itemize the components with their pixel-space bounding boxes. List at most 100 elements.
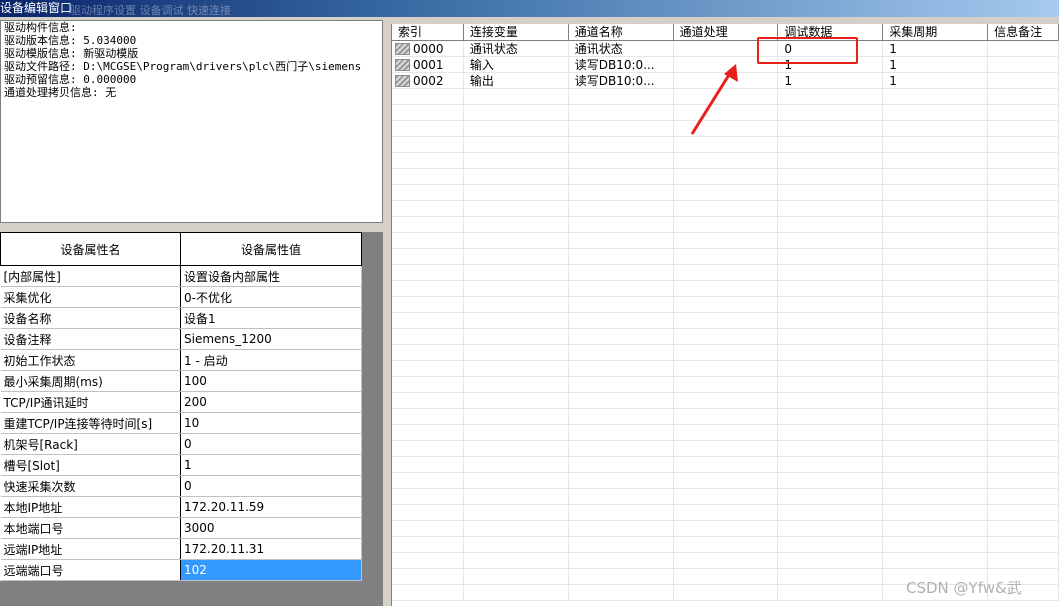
empty-row bbox=[392, 537, 1059, 553]
empty-cell bbox=[464, 345, 569, 360]
empty-cell bbox=[778, 313, 884, 328]
empty-cell bbox=[778, 217, 884, 232]
column-header[interactable]: 索引 bbox=[392, 24, 464, 40]
empty-cell bbox=[392, 233, 464, 248]
empty-cell bbox=[778, 425, 884, 440]
property-row[interactable]: 最小采集周期(ms) 100 bbox=[0, 370, 362, 392]
property-row[interactable]: 初始工作状态 1 - 启动 bbox=[0, 349, 362, 371]
ghost-menu: 驱动程序设置 设备调试 快速连接 bbox=[70, 4, 231, 17]
empty-cell bbox=[392, 137, 464, 152]
empty-cell bbox=[674, 217, 779, 232]
property-row[interactable]: 远端端口号 102 bbox=[0, 559, 362, 581]
property-value[interactable]: 172.20.11.31 bbox=[180, 538, 362, 560]
column-header[interactable]: 通道名称 bbox=[569, 24, 674, 40]
empty-cell bbox=[988, 553, 1059, 568]
property-value[interactable]: 1 - 启动 bbox=[180, 349, 362, 371]
empty-cell bbox=[674, 393, 779, 408]
property-value[interactable]: 200 bbox=[180, 391, 362, 413]
property-value[interactable]: 0-不优化 bbox=[180, 286, 362, 308]
empty-row bbox=[392, 489, 1059, 505]
empty-cell bbox=[883, 361, 989, 376]
empty-cell bbox=[778, 265, 884, 280]
property-row[interactable]: 采集优化 0-不优化 bbox=[0, 286, 362, 308]
property-value[interactable]: 172.20.11.59 bbox=[180, 496, 362, 518]
channel-name-cell: 通讯状态 bbox=[569, 41, 674, 56]
property-value[interactable]: 3000 bbox=[180, 517, 362, 539]
driver-info-line: 驱动版本信息: 5.034000 bbox=[4, 34, 137, 47]
empty-cell bbox=[988, 377, 1059, 392]
property-row[interactable]: 机架号[Rack] 0 bbox=[0, 433, 362, 455]
empty-cell bbox=[464, 233, 569, 248]
property-row[interactable]: 设备名称 设备1 bbox=[0, 307, 362, 329]
property-value[interactable]: 102 bbox=[180, 559, 362, 581]
empty-cell bbox=[569, 105, 674, 120]
empty-cell bbox=[988, 137, 1059, 152]
channel-index-cell: 0000 bbox=[392, 41, 464, 56]
empty-cell bbox=[988, 441, 1059, 456]
empty-row bbox=[392, 281, 1059, 297]
channel-index-cell: 0001 bbox=[392, 57, 464, 72]
empty-cell bbox=[674, 233, 779, 248]
empty-cell bbox=[464, 297, 569, 312]
empty-cell bbox=[988, 313, 1059, 328]
property-value[interactable]: 10 bbox=[180, 412, 362, 434]
property-value[interactable]: 100 bbox=[180, 370, 362, 392]
empty-cell bbox=[464, 521, 569, 536]
property-value[interactable]: 设置设备内部属性 bbox=[180, 265, 362, 287]
empty-row bbox=[392, 329, 1059, 345]
empty-cell bbox=[464, 153, 569, 168]
channel-row[interactable]: 0000 通讯状态 通讯状态 0 1 bbox=[392, 41, 1059, 57]
empty-cell bbox=[778, 105, 884, 120]
empty-cell bbox=[988, 297, 1059, 312]
property-name: 重建TCP/IP连接等待时间[s] bbox=[0, 412, 181, 434]
column-header[interactable]: 信息备注 bbox=[988, 24, 1059, 40]
empty-cell bbox=[569, 361, 674, 376]
empty-row bbox=[392, 169, 1059, 185]
empty-cell bbox=[464, 361, 569, 376]
property-row[interactable]: 本地IP地址 172.20.11.59 bbox=[0, 496, 362, 518]
empty-row bbox=[392, 505, 1059, 521]
property-row[interactable]: 本地端口号 3000 bbox=[0, 517, 362, 539]
empty-cell bbox=[988, 89, 1059, 104]
property-value[interactable]: Siemens_1200 bbox=[180, 328, 362, 350]
empty-cell bbox=[674, 489, 779, 504]
empty-cell bbox=[464, 585, 569, 600]
empty-cell bbox=[778, 377, 884, 392]
property-row[interactable]: 快速采集次数 0 bbox=[0, 475, 362, 497]
property-row[interactable]: TCP/IP通讯延时 200 bbox=[0, 391, 362, 413]
empty-cell bbox=[988, 105, 1059, 120]
empty-cell bbox=[464, 569, 569, 584]
empty-row bbox=[392, 233, 1059, 249]
property-value[interactable]: 0 bbox=[180, 475, 362, 497]
column-header[interactable]: 采集周期 bbox=[883, 24, 989, 40]
empty-cell bbox=[988, 185, 1059, 200]
empty-cell bbox=[464, 393, 569, 408]
property-value[interactable]: 设备1 bbox=[180, 307, 362, 329]
property-row[interactable]: [内部属性] 设置设备内部属性 bbox=[0, 265, 362, 287]
property-row[interactable]: 远端IP地址 172.20.11.31 bbox=[0, 538, 362, 560]
property-value[interactable]: 0 bbox=[180, 433, 362, 455]
empty-row bbox=[392, 521, 1059, 537]
property-row[interactable]: 槽号[Slot] 1 bbox=[0, 454, 362, 476]
empty-cell bbox=[883, 393, 989, 408]
column-header[interactable]: 连接变量 bbox=[464, 24, 569, 40]
empty-cell bbox=[883, 409, 989, 424]
empty-cell bbox=[569, 489, 674, 504]
empty-cell bbox=[569, 121, 674, 136]
property-value[interactable]: 1 bbox=[180, 454, 362, 476]
title-bar: 设备编辑窗口 驱动程序设置 设备调试 快速连接 bbox=[0, 0, 1059, 17]
property-table: 设备属性名 设备属性值 [内部属性] 设置设备内部属性 采集优化 0-不优化 设备名称设… bbox=[0, 232, 362, 581]
empty-row bbox=[392, 377, 1059, 393]
channel-icon bbox=[395, 58, 410, 71]
property-name: 本地IP地址 bbox=[0, 496, 181, 518]
empty-cell bbox=[674, 505, 779, 520]
empty-cell bbox=[988, 409, 1059, 424]
property-name: 槽号[Slot] bbox=[0, 454, 181, 476]
empty-cell bbox=[464, 329, 569, 344]
property-row[interactable]: 设备注释 Siemens_1200 bbox=[0, 328, 362, 350]
empty-cell bbox=[392, 153, 464, 168]
empty-cell bbox=[392, 489, 464, 504]
empty-cell bbox=[778, 233, 884, 248]
driver-info-line: 驱动模版信息: 新驱动模版 bbox=[4, 47, 139, 60]
property-row[interactable]: 重建TCP/IP连接等待时间[s] 10 bbox=[0, 412, 362, 434]
